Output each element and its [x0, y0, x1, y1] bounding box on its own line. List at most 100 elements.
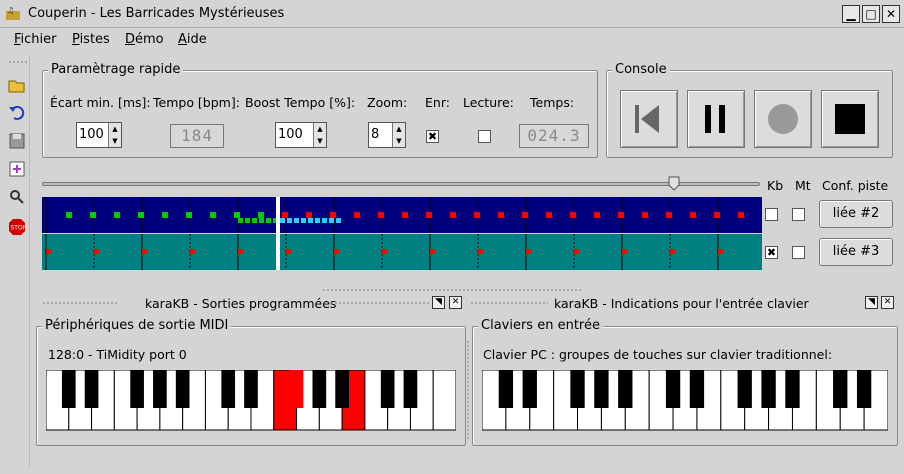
menu-aide[interactable]: Aide: [178, 32, 207, 47]
boost-spinbox[interactable]: 100 ▲ ▼: [275, 122, 327, 148]
quick-settings-title: Paramètrage rapide: [48, 62, 184, 77]
splitter-handle[interactable]: [322, 288, 582, 292]
toolbar-handle[interactable]: [8, 60, 28, 64]
black-key[interactable]: [498, 370, 514, 408]
vertical-splitter[interactable]: [466, 340, 470, 440]
undo-icon[interactable]: [8, 104, 26, 122]
stop-icon[interactable]: STOP: [8, 218, 27, 236]
black-key[interactable]: [335, 370, 349, 408]
menu-demo[interactable]: Démo: [125, 32, 164, 47]
track1-note: [714, 212, 720, 218]
black-key[interactable]: [689, 370, 705, 408]
black-key[interactable]: [856, 370, 872, 408]
black-key[interactable]: [221, 370, 236, 408]
zoom-stepper-arrows[interactable]: ▲ ▼: [392, 123, 405, 147]
black-key[interactable]: [84, 370, 99, 408]
left-dock-float-button[interactable]: ◥: [432, 296, 445, 309]
track1-note: [690, 212, 696, 218]
track1-note: [306, 212, 312, 218]
menu-fichier[interactable]: Fichier: [14, 32, 57, 47]
track1-note: [570, 212, 576, 218]
stop-button[interactable]: [821, 90, 879, 148]
right-dock-float-button[interactable]: ◥: [865, 296, 878, 309]
zoom-value: 8: [371, 127, 380, 142]
track2-note: [430, 249, 435, 254]
ecart-label: Écart min. [ms]:: [50, 95, 151, 110]
black-key[interactable]: [665, 370, 681, 408]
track2-kb-checkbox[interactable]: ✖: [765, 246, 778, 259]
lecture-label: Lecture:: [463, 95, 514, 110]
left-dock-grip-2[interactable]: [330, 301, 430, 305]
track2-lane: [42, 234, 762, 270]
lecture-checkbox[interactable]: [478, 130, 491, 143]
black-key[interactable]: [594, 370, 609, 408]
zoom-icon[interactable]: [8, 188, 26, 206]
timeline-slider-handle[interactable]: [668, 176, 680, 191]
track1-link-button[interactable]: liée #2: [819, 200, 893, 228]
black-key[interactable]: [175, 370, 190, 408]
rewind-button[interactable]: [620, 90, 678, 148]
track1-note: [474, 212, 480, 218]
black-key[interactable]: [61, 370, 76, 408]
ecart-spinbox[interactable]: 100 ▲ ▼: [76, 122, 122, 148]
right-dock-close-button[interactable]: ✕: [881, 296, 894, 309]
ecart-stepper-arrows[interactable]: ▲ ▼: [108, 123, 121, 147]
black-key[interactable]: [312, 370, 327, 408]
pause-button[interactable]: [687, 90, 745, 148]
track2-note: [718, 249, 723, 254]
black-key[interactable]: [618, 370, 633, 408]
track1-note: [354, 212, 360, 218]
black-key[interactable]: [130, 370, 144, 408]
black-key[interactable]: [737, 370, 752, 408]
tempo-display: 184: [170, 124, 224, 148]
black-key[interactable]: [244, 370, 258, 408]
black-key[interactable]: [761, 370, 776, 408]
track1-kb-checkbox[interactable]: [765, 208, 778, 221]
track2-note: [94, 249, 99, 254]
left-dock-grip[interactable]: [42, 301, 118, 305]
black-key[interactable]: [380, 370, 395, 408]
track1-note: [450, 212, 456, 218]
black-key[interactable]: [289, 370, 304, 408]
active-note-segment: [336, 218, 341, 223]
save-icon[interactable]: [8, 132, 26, 150]
white-key[interactable]: [432, 369, 457, 431]
track1-note: [282, 212, 288, 218]
add-track-icon[interactable]: [8, 160, 26, 178]
track2-mt-checkbox[interactable]: [792, 246, 805, 259]
mt-header: Mt: [795, 178, 811, 193]
menu-pistes[interactable]: Pistes: [72, 32, 110, 47]
open-folder-icon[interactable]: [8, 76, 26, 94]
record-button[interactable]: [754, 90, 812, 148]
timeline-slider-track[interactable]: [42, 182, 760, 186]
track1-note: [114, 212, 120, 218]
track-view[interactable]: [42, 197, 762, 270]
track2-link-button[interactable]: liée #3: [819, 238, 893, 266]
active-note-segment: [259, 218, 264, 223]
black-key[interactable]: [833, 370, 848, 408]
enr-checkbox[interactable]: ✖: [426, 130, 439, 143]
track1-note: [522, 212, 528, 218]
track1-mt-checkbox[interactable]: [792, 208, 805, 221]
left-dock-close-button[interactable]: ✕: [449, 296, 462, 309]
input-keyboard[interactable]: [481, 369, 889, 431]
black-key[interactable]: [570, 370, 585, 408]
track2-note: [46, 249, 51, 254]
track1-note: [258, 212, 264, 218]
playback-cursor: [276, 197, 280, 270]
black-key[interactable]: [785, 370, 800, 408]
maximize-button[interactable]: □: [862, 5, 880, 23]
midi-output-keyboard[interactable]: [45, 369, 457, 431]
close-button[interactable]: ✕: [882, 5, 900, 23]
black-key[interactable]: [522, 370, 537, 408]
boost-stepper-arrows[interactable]: ▲ ▼: [313, 123, 326, 147]
minimize-button[interactable]: ▁: [842, 5, 860, 23]
zoom-spinbox[interactable]: 8 ▲ ▼: [368, 122, 406, 148]
ecart-value: 100: [79, 127, 104, 142]
black-key[interactable]: [403, 370, 418, 408]
right-dock-grip[interactable]: [470, 301, 548, 305]
track2-note: [574, 249, 579, 254]
black-key[interactable]: [153, 370, 167, 408]
track-canvas[interactable]: [42, 197, 762, 270]
track1-note: [210, 212, 216, 218]
